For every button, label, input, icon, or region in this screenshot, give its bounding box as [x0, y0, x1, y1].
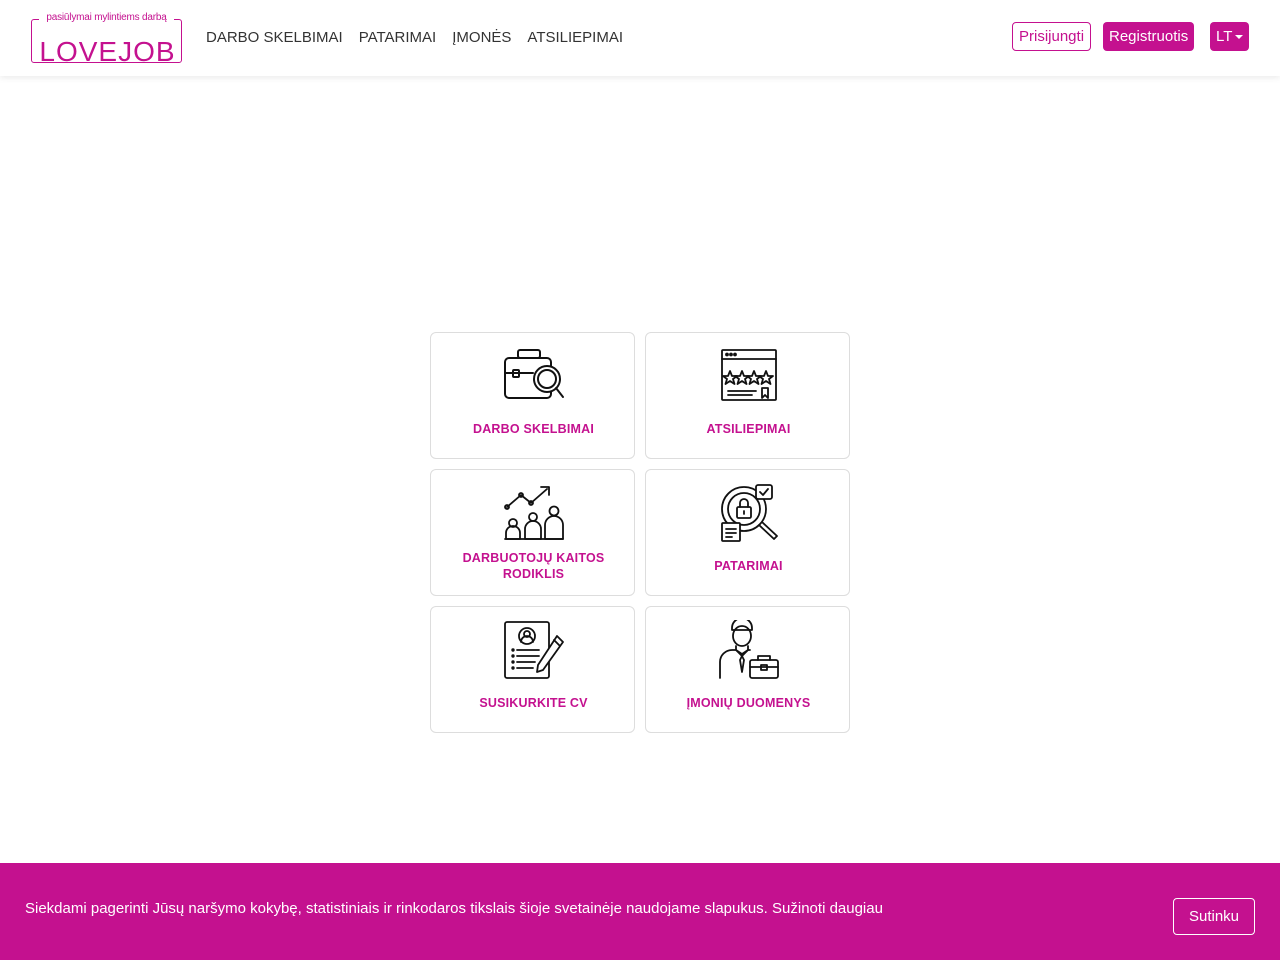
nav-link-reviews[interactable]: ATSILIEPIMAI [527, 28, 623, 48]
language-label: LT [1216, 28, 1233, 45]
tile-create-cv[interactable]: SUSIKURKITE CV [430, 606, 635, 733]
cv-document-icon [504, 621, 564, 679]
tile-label: DARBO SKELBIMAI [472, 422, 595, 436]
nav-link-companies[interactable]: ĮMONĖS [452, 28, 511, 48]
tile-label: ATSILIEPIMAI [706, 422, 791, 436]
feature-tiles: DARBO SKELBIMAI ATSILIEPIMAI DARBUOTOJŲ … [430, 332, 850, 733]
chevron-down-icon [1235, 35, 1243, 39]
businessman-icon [719, 620, 779, 679]
logo-wordmark: LOVEJOB [39, 36, 176, 67]
cookie-message: Siekdami pagerinti Jūsų naršymo kokybę, … [25, 899, 883, 919]
lovejob-logo[interactable]: LOVEJOB pasiūlymai mylintiems darbą [31, 12, 182, 67]
register-button[interactable]: Registruotis [1103, 22, 1195, 51]
nav-link-advice[interactable]: PATARIMAI [359, 28, 437, 48]
cookie-accept-button[interactable]: Sutinku [1173, 898, 1255, 935]
briefcase-search-icon [504, 349, 564, 399]
tile-turnover-rate[interactable]: DARBUOTOJŲ KAITOS RODIKLIS [430, 469, 635, 596]
tile-label: SUSIKURKITE CV [479, 696, 588, 710]
logo-frame: LOVEJOB [31, 19, 182, 67]
reviews-stars-icon [721, 349, 777, 401]
tile-reviews[interactable]: ATSILIEPIMAI [645, 332, 850, 459]
language-dropdown[interactable]: LT [1210, 22, 1249, 51]
cookie-text: Siekdami pagerinti Jūsų naršymo kokybę, … [25, 900, 768, 917]
nav-link-job-ads[interactable]: DARBO SKELBIMAI [206, 28, 343, 48]
logo-tagline: pasiūlymai mylintiems darbą [39, 12, 174, 24]
top-navbar: LOVEJOB pasiūlymai mylintiems darbą DARB… [0, 0, 1280, 76]
tile-advice[interactable]: PATARIMAI [645, 469, 850, 596]
tile-company-data[interactable]: ĮMONIŲ DUOMENYS [645, 606, 850, 733]
cookie-learn-more-link[interactable]: Sužinoti daugiau [772, 900, 883, 917]
tile-label: DARBUOTOJŲ KAITOS RODIKLIS [462, 551, 605, 581]
growth-chart-people-icon [504, 486, 564, 540]
tile-label: ĮMONIŲ DUOMENYS [686, 696, 811, 710]
main-nav: DARBO SKELBIMAI PATARIMAI ĮMONĖS ATSILIE… [206, 28, 639, 48]
tile-job-ads[interactable]: DARBO SKELBIMAI [430, 332, 635, 459]
login-button[interactable]: Prisijungti [1012, 22, 1092, 51]
tile-label: PATARIMAI [714, 559, 783, 573]
secure-search-icon [721, 484, 778, 542]
